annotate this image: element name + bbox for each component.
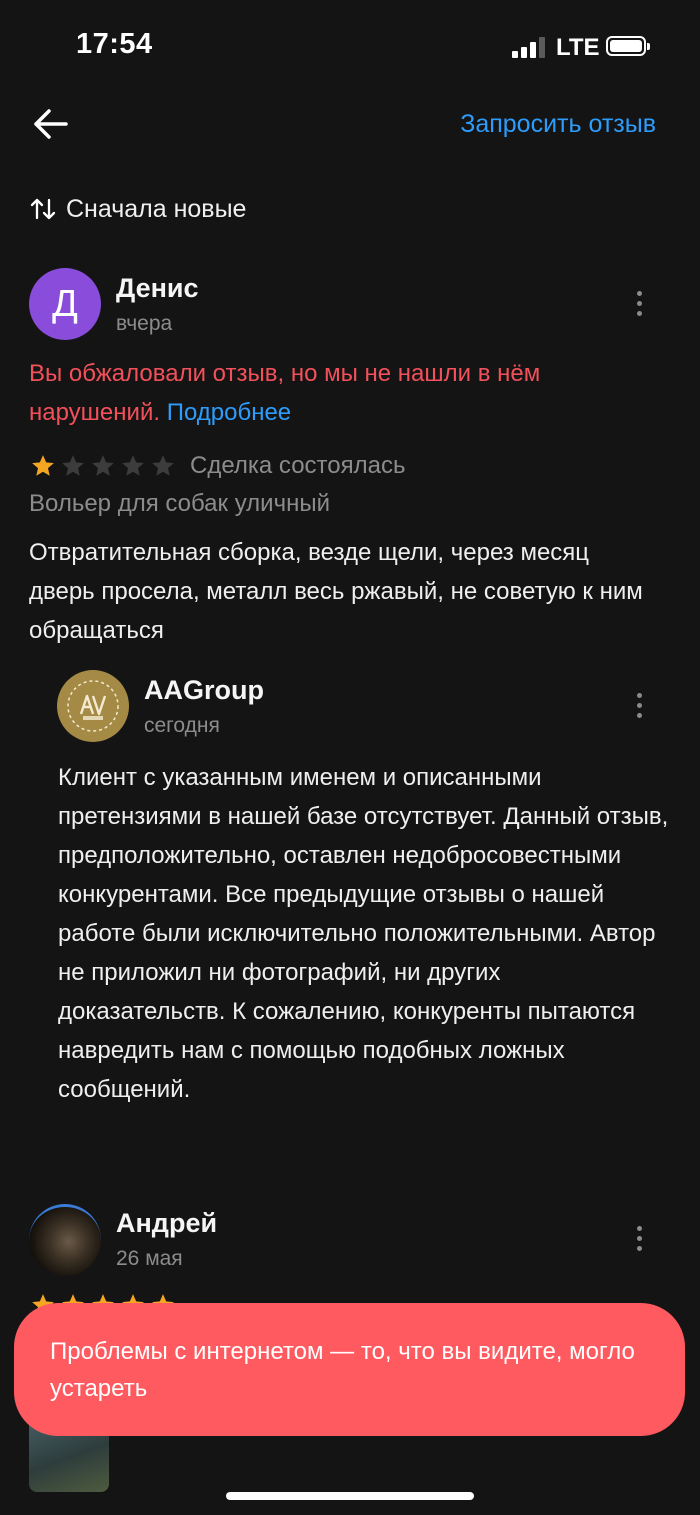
appeal-details-link[interactable]: Подробнее — [167, 399, 291, 426]
star-empty-icon — [122, 455, 144, 476]
star-filled-icon — [32, 455, 54, 476]
review-author: Денис — [116, 273, 199, 303]
back-arrow-icon[interactable] — [32, 106, 72, 142]
review-date: вчера — [116, 312, 173, 335]
star-empty-icon — [62, 455, 84, 476]
sort-label: Сначала новые — [66, 194, 247, 223]
rating-stars — [30, 453, 176, 479]
more-options-icon[interactable] — [633, 693, 645, 723]
star-empty-icon — [152, 455, 174, 476]
reply-author: AAGroup — [144, 675, 264, 705]
reply-date: сегодня — [144, 714, 220, 737]
more-options-icon[interactable] — [633, 291, 645, 321]
network-error-toast[interactable]: Проблемы с интернетом — то, что вы видит… — [14, 1303, 685, 1436]
review-date: 26 мая — [116, 1247, 183, 1270]
toast-message: Проблемы с интернетом — то, что вы видит… — [50, 1338, 635, 1402]
sort-icon — [30, 198, 56, 220]
review-author: Андрей — [116, 1208, 218, 1238]
more-options-icon[interactable] — [633, 1226, 645, 1256]
sort-control[interactable]: Сначала новые — [30, 193, 246, 225]
network-label: LTE — [556, 34, 600, 61]
deal-status: Сделка состоялась — [190, 452, 406, 479]
signal-icon — [512, 36, 548, 58]
seller-logo — [57, 670, 129, 742]
status-time: 17:54 — [76, 28, 153, 60]
appeal-notice: Вы обжаловали отзыв, но мы не нашли в нё… — [29, 354, 659, 432]
avatar: Д — [29, 268, 101, 340]
reply-text: Клиент с указанным именем и описанными п… — [58, 764, 669, 1103]
avatar — [29, 1204, 101, 1276]
product-name: Вольер для собак уличный — [29, 490, 330, 517]
review-text: Отвратительная сборка, везде щели, через… — [29, 539, 643, 644]
request-review-link[interactable]: Запросить отзыв — [460, 110, 656, 139]
star-empty-icon — [92, 455, 114, 476]
home-indicator[interactable] — [226, 1492, 474, 1500]
battery-icon — [606, 36, 650, 56]
